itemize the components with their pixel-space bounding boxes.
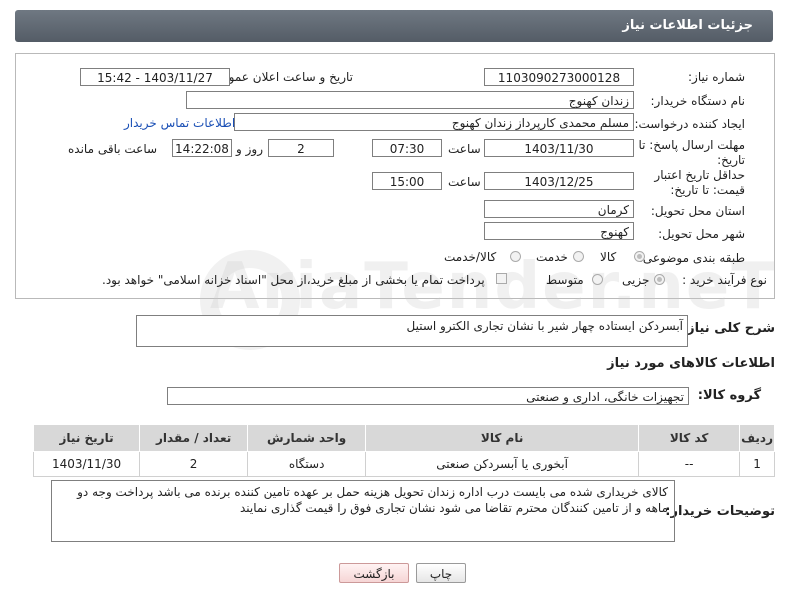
goods-info-title: اطلاعات کالاهای مورد نیاز [607,356,775,371]
buyer-contact-link[interactable]: اطلاعات تماس خریدار [124,116,235,130]
category-option-service: خدمت [536,250,568,264]
process-label: نوع فرآیند خرید : [682,273,767,287]
remaining-time-field: 14:22:08 [172,139,232,157]
category-radio-both[interactable] [510,251,521,262]
price-time-label: ساعت [448,175,481,189]
description-label: شرح کلی نیاز: [681,321,775,336]
city-field: کهنوج [484,222,634,240]
price-validity-label: حداقل تاریخ اعتبار قیمت: تا تاریخ: [654,168,745,197]
back-button[interactable]: بازگشت [339,563,409,583]
page-title: جزئیات اطلاعات نیاز [622,18,753,33]
need-number-field: 1103090273000128 [484,68,634,86]
cell-quantity: 2 [139,451,249,477]
buyer-notes-text: کالای خریداری شده می بایست درب اداره زند… [77,485,668,515]
cell-item-name: آبخوری یا آبسردکن صنعتی [365,451,640,477]
goods-group-field: تجهیزات خانگی، اداری و صنعتی [167,387,689,405]
payment-note: پرداخت تمام یا بخشی از مبلغ خرید،از محل … [102,273,485,287]
cell-unit: دستگاه [247,451,367,477]
buyer-org-field: زندان کهنوج [186,91,634,109]
announce-field: 1403/11/27 - 15:42 [80,68,230,86]
col-need-date: تاریخ نیاز [32,424,141,452]
process-radio-medium[interactable] [592,274,603,285]
category-radio-goods[interactable] [634,251,645,262]
treasury-payment-checkbox[interactable] [496,273,507,284]
col-item-code: کد کالا [638,424,741,452]
price-time-field: 15:00 [372,172,442,190]
reply-deadline-label: مهلت ارسال پاسخ: تا تاریخ: [638,138,745,167]
province-label: استان محل تحویل: [650,204,745,218]
col-quantity: تعداد / مقدار [139,424,249,452]
description-field: آبسردکن ایستاده چهار شیر با نشان تجاری ا… [136,315,688,347]
goods-group-label: گروه کالا: [697,388,761,403]
process-option-medium: متوسط [546,273,584,287]
cell-item-code: -- [638,451,741,477]
category-option-goods: کالا [600,250,617,264]
creator-label: ایجاد کننده درخواست: [634,117,745,131]
print-button[interactable]: چاپ [416,563,466,583]
table-header-row: ردیف کد کالا نام کالا واحد شمارش تعداد /… [32,424,775,452]
price-date-field: 1403/12/25 [484,172,634,190]
buyer-notes-field: کالای خریداری شده می بایست درب اداره زند… [51,480,675,542]
items-table: ردیف کد کالا نام کالا واحد شمارش تعداد /… [32,424,775,477]
category-option-both: کالا/خدمت [444,250,497,264]
process-radio-minor[interactable] [654,274,665,285]
category-radio-service[interactable] [573,251,584,262]
col-item-name: نام کالا [365,424,640,452]
cell-need-date: 1403/11/30 [32,451,141,477]
reply-date-field: 1403/11/30 [484,139,634,157]
reply-time-field: 07:30 [372,139,442,157]
page-header: جزئیات اطلاعات نیاز [15,10,773,42]
col-row-number: ردیف [739,424,775,452]
process-option-minor: جزیی [622,273,650,287]
category-label: طبقه بندی موضوعی: [638,251,745,265]
remaining-label: ساعت باقی مانده [68,142,158,156]
col-unit: واحد شمارش [247,424,367,452]
province-field: کرمان [484,200,634,218]
need-number-label: شماره نیاز: [688,70,745,84]
buyer-notes-label: توضیحات خریدار: [665,504,775,519]
description-text: آبسردکن ایستاده چهار شیر با نشان تجاری ا… [406,319,683,333]
cell-row-number: 1 [739,451,775,477]
buyer-org-label: نام دستگاه خریدار: [650,94,746,108]
days-label: روز و [236,142,263,156]
table-row: 1 -- آبخوری یا آبسردکن صنعتی دستگاه 2 14… [32,451,775,477]
creator-field: مسلم محمدی کارپرداز زندان کهنوج [234,113,634,131]
city-label: شهر محل تحویل: [658,227,745,241]
days-field: 2 [268,139,334,157]
reply-time-label: ساعت [448,142,481,156]
